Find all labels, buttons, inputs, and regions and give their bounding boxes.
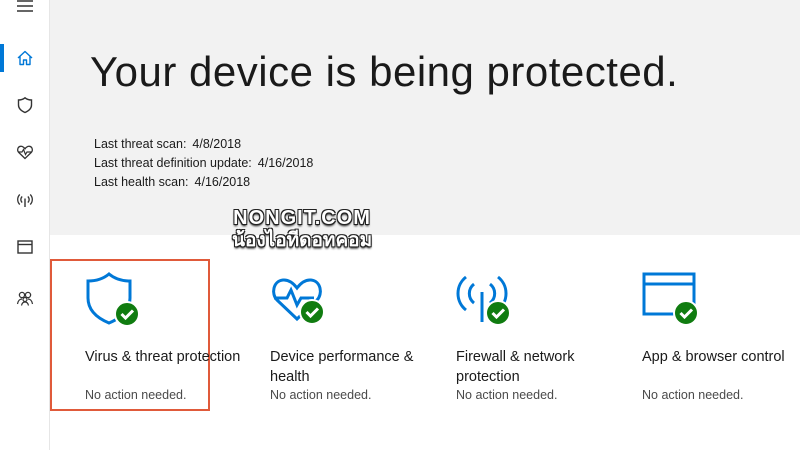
scan-label: Last threat scan:	[94, 137, 187, 151]
sidebar-item-device-health[interactable]	[0, 132, 50, 172]
watermark-line-1: NONGIT.COM	[233, 207, 371, 229]
tile-title: Device performance & health	[270, 349, 414, 385]
scan-label: Last threat definition update:	[94, 156, 252, 170]
sidebar-item-firewall[interactable]	[0, 180, 50, 220]
last-threat-scan: Last threat scan: 4/8/2018	[94, 137, 241, 151]
tile-status: No action needed.	[456, 388, 558, 402]
heart-pulse-check-icon	[272, 278, 325, 325]
last-definition-update: Last threat definition update: 4/16/2018	[94, 156, 313, 170]
shield-icon	[17, 96, 33, 114]
tile-title: Firewall & network protection	[456, 349, 575, 385]
tile-device-performance-health[interactable]: Device performance & health No action ne…	[270, 259, 440, 411]
last-health-scan: Last health scan: 4/16/2018	[94, 175, 250, 189]
sidebar-item-app-browser[interactable]	[0, 227, 50, 267]
watermark: NONGIT.COM น้องไอทีดอทคอม	[232, 206, 372, 253]
status-hero: Your device is being protected. Last thr…	[50, 0, 800, 235]
tile-virus-threat-protection[interactable]: Virus & threat protection No action need…	[50, 259, 240, 411]
family-icon	[16, 291, 34, 306]
tile-status: No action needed.	[642, 388, 744, 402]
home-icon	[17, 50, 33, 66]
scan-value: 4/16/2018	[194, 175, 251, 189]
sidebar	[0, 0, 50, 450]
scan-value: 4/8/2018	[192, 137, 242, 151]
tile-status: No action needed.	[270, 388, 372, 402]
tile-firewall-network-protection[interactable]: Firewall & network protection No action …	[456, 259, 626, 411]
page-title: Your device is being protected.	[90, 48, 679, 95]
tile-title: App & browser control	[642, 349, 785, 365]
app-browser-icon	[17, 240, 33, 254]
shield-check-icon	[86, 272, 140, 327]
hamburger-menu-icon[interactable]	[0, 0, 50, 26]
sidebar-item-home[interactable]	[0, 38, 50, 78]
firewall-antenna-check-icon	[456, 275, 511, 326]
watermark-line-2: น้องไอทีดอทคอม	[232, 230, 373, 251]
sidebar-item-family[interactable]	[0, 278, 50, 318]
tile-status: No action needed.	[85, 388, 187, 402]
tile-title: Virus & threat protection	[85, 349, 241, 365]
scan-label: Last health scan:	[94, 175, 189, 189]
scan-value: 4/16/2018	[257, 156, 314, 170]
sidebar-item-virus-protection[interactable]	[0, 85, 50, 125]
app-browser-check-icon	[642, 272, 699, 326]
tile-app-browser-control[interactable]: App & browser control No action needed.	[642, 259, 800, 411]
wireless-antenna-icon	[17, 194, 33, 207]
heart-pulse-icon	[17, 145, 33, 160]
